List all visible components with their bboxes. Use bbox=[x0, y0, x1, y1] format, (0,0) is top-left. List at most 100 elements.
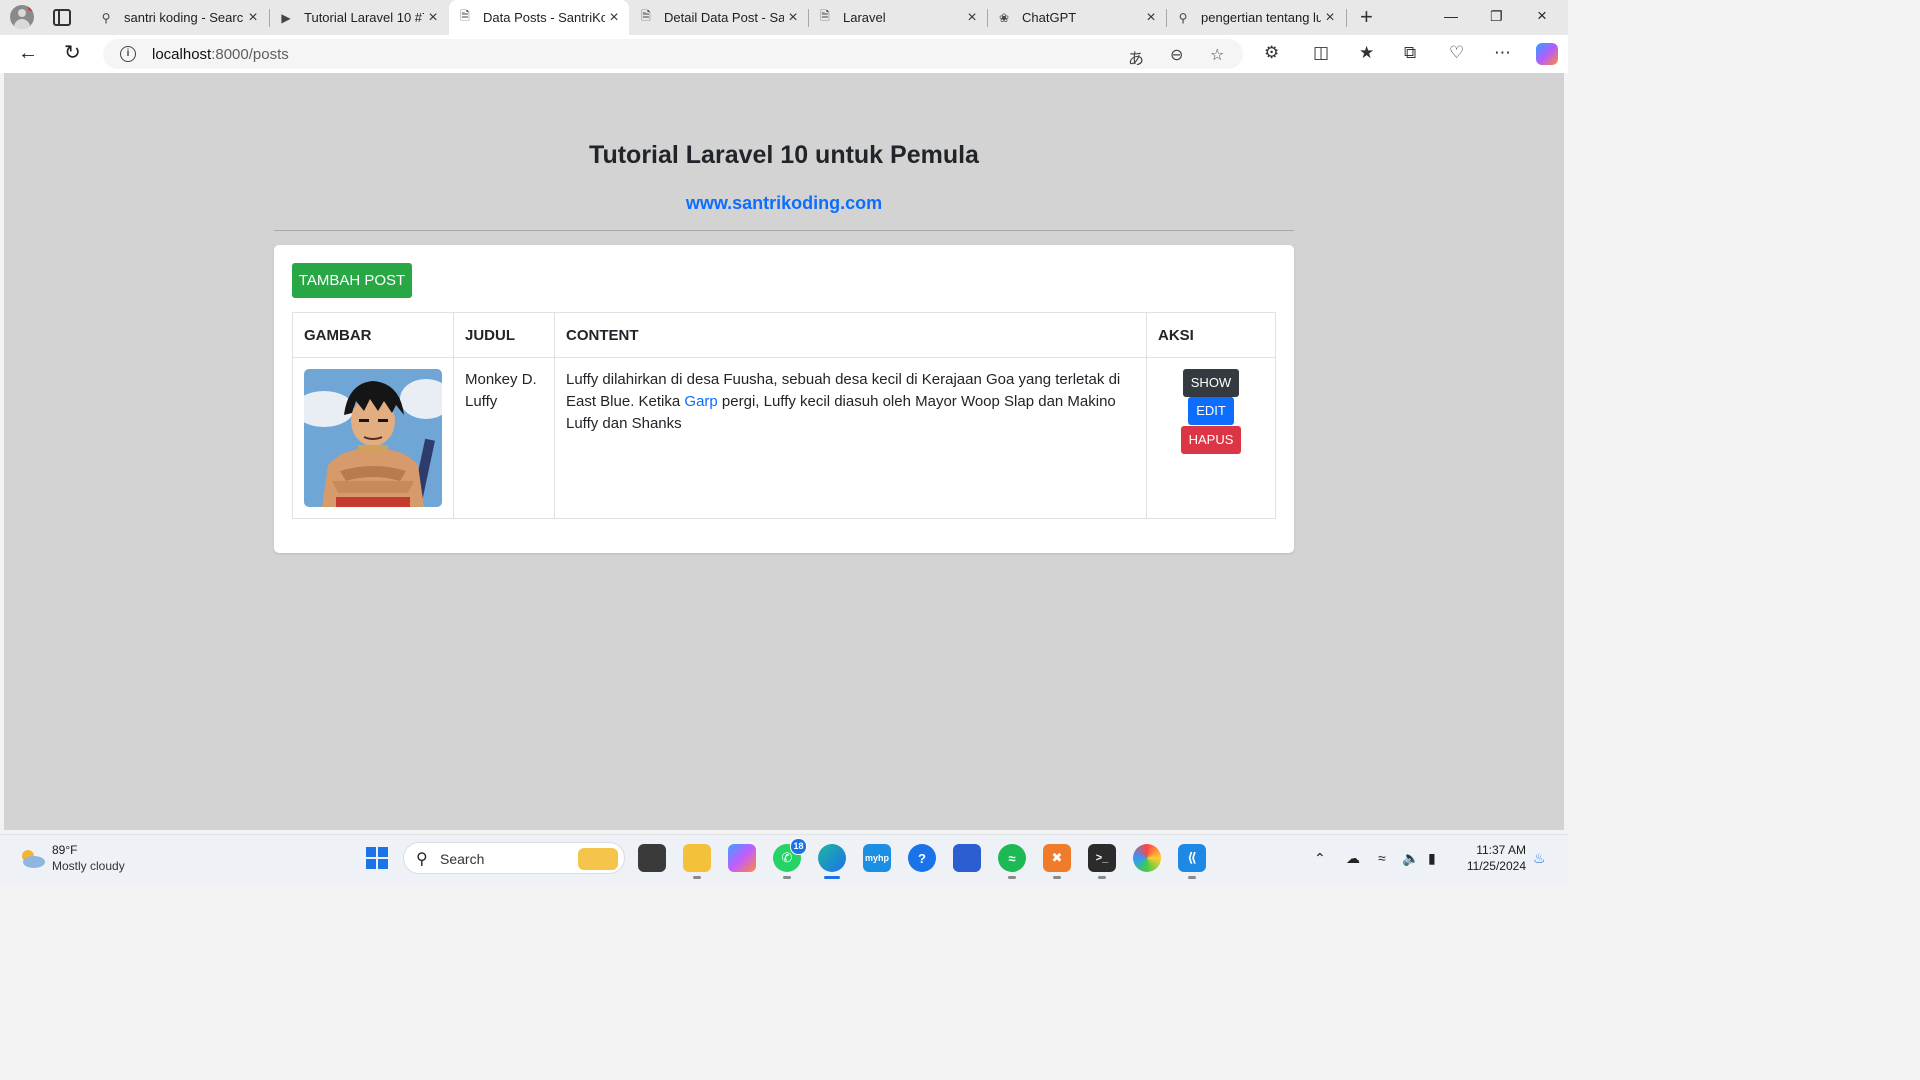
show-button[interactable]: SHOW bbox=[1182, 369, 1240, 397]
whatsapp-icon[interactable]: ✆ 18 bbox=[773, 838, 807, 879]
tab-search-santri-koding[interactable]: ⚲ santri koding - Search × bbox=[90, 0, 268, 35]
tab-title: Tutorial Laravel 10 #7 bbox=[304, 10, 424, 25]
restore-icon[interactable]: ❐ bbox=[1490, 8, 1503, 25]
site-info-icon[interactable]: i bbox=[120, 46, 136, 62]
table-header-row: GAMBAR JUDUL CONTENT AKSI bbox=[292, 312, 1276, 358]
task-view-icon[interactable] bbox=[638, 844, 666, 872]
notification-bell-icon[interactable]: ♨ bbox=[1533, 850, 1546, 867]
windows-taskbar: 89°F Mostly cloudy ⚲ Search ✆ 18 myhp ? ≈… bbox=[0, 834, 1568, 883]
collections-icon[interactable]: ⧉ bbox=[1404, 43, 1416, 63]
close-icon[interactable]: × bbox=[244, 9, 262, 27]
tab-title: Data Posts - SantriKoding bbox=[483, 10, 605, 25]
new-tab-icon[interactable]: + bbox=[1360, 6, 1373, 28]
table-row: Monkey D. Luffy Luffy dilahirkan di desa… bbox=[292, 357, 1276, 519]
add-post-button[interactable]: TAMBAH POST bbox=[292, 263, 412, 298]
url-text[interactable]: localhost:8000/posts bbox=[152, 46, 289, 63]
xampp-icon[interactable]: ✖ bbox=[1043, 844, 1071, 879]
tab-data-posts[interactable]: 🗎 Data Posts - SantriKoding × bbox=[449, 0, 629, 35]
url-host: localhost bbox=[152, 46, 212, 63]
taskbar-search-box[interactable]: ⚲ Search bbox=[403, 842, 625, 874]
myhp-icon[interactable]: myhp bbox=[863, 844, 891, 872]
close-icon[interactable]: × bbox=[1321, 9, 1339, 27]
close-icon[interactable]: × bbox=[605, 9, 623, 27]
header-content: CONTENT bbox=[554, 312, 1147, 358]
tab-pengertian-luffy[interactable]: ⚲ pengertian tentang luffy × bbox=[1167, 0, 1345, 35]
taskbar-search-placeholder: Search bbox=[440, 851, 485, 867]
onedrive-icon[interactable]: ☁ bbox=[1346, 850, 1360, 867]
weather-cloudy-icon[interactable] bbox=[18, 847, 46, 869]
profile-avatar-icon[interactable] bbox=[10, 5, 34, 29]
tab-tutorial-laravel[interactable]: ▶ Tutorial Laravel 10 #7 × bbox=[270, 0, 448, 35]
page-icon: 🗎 bbox=[641, 9, 651, 23]
extensions-icon[interactable]: ⚙ bbox=[1264, 43, 1279, 63]
back-icon[interactable]: ← bbox=[18, 43, 38, 63]
edge-browser-icon[interactable] bbox=[818, 844, 846, 879]
translate-icon[interactable]: あ bbox=[1128, 45, 1144, 69]
close-icon[interactable]: × bbox=[1142, 9, 1160, 27]
content-link-garp[interactable]: Garp bbox=[684, 393, 717, 410]
battery-icon[interactable]: ▮ bbox=[1428, 850, 1436, 867]
volume-icon[interactable]: 🔈 bbox=[1402, 850, 1419, 867]
tray-chevron-up-icon[interactable]: ⌃ bbox=[1314, 850, 1326, 867]
minimize-icon[interactable]: — bbox=[1444, 8, 1458, 24]
page-viewport: Tutorial Laravel 10 untuk Pemula www.san… bbox=[4, 73, 1564, 830]
chatgpt-icon: ❀ bbox=[998, 10, 1010, 25]
clock-time[interactable]: 11:37 AM bbox=[1462, 843, 1526, 857]
close-icon[interactable]: × bbox=[424, 9, 442, 27]
edit-button[interactable]: EDIT bbox=[1188, 397, 1234, 425]
page-icon: 🗎 bbox=[460, 9, 470, 23]
tab-title: pengertian tentang luffy bbox=[1201, 10, 1321, 25]
copilot-app-icon[interactable] bbox=[728, 844, 756, 872]
microsoft-store-icon[interactable] bbox=[953, 844, 981, 872]
header-judul: JUDUL bbox=[453, 312, 555, 358]
video-icon: ▶ bbox=[281, 10, 291, 25]
reload-icon[interactable]: ↻ bbox=[64, 43, 81, 63]
post-image bbox=[304, 369, 442, 507]
weather-description[interactable]: Mostly cloudy bbox=[52, 859, 125, 873]
tab-chatgpt[interactable]: ❀ ChatGPT × bbox=[988, 0, 1166, 35]
search-icon: ⚲ bbox=[1178, 10, 1188, 25]
posts-card: TAMBAH POST GAMBAR JUDUL CONTENT AKSI Mo… bbox=[274, 245, 1294, 553]
file-explorer-icon[interactable] bbox=[683, 844, 711, 879]
cell-gambar bbox=[292, 357, 454, 519]
browser-essentials-icon[interactable]: ♡ bbox=[1449, 43, 1464, 63]
close-icon[interactable]: × bbox=[963, 9, 981, 27]
address-bar[interactable]: i localhost:8000/posts あ ⊖ ☆ bbox=[103, 39, 1243, 69]
tab-title: Detail Data Post - SantriKoding bbox=[664, 10, 784, 25]
weather-temperature[interactable]: 89°F bbox=[52, 843, 77, 857]
favorite-star-icon[interactable]: ☆ bbox=[1210, 45, 1224, 65]
colorful-app-icon[interactable] bbox=[1133, 844, 1161, 872]
page-title: Tutorial Laravel 10 untuk Pemula bbox=[589, 141, 979, 169]
search-icon: ⚲ bbox=[101, 10, 111, 25]
spotify-icon[interactable]: ≈ bbox=[998, 844, 1026, 879]
whatsapp-badge: 18 bbox=[790, 838, 807, 855]
cell-content: Luffy dilahirkan di desa Fuusha, sebuah … bbox=[554, 357, 1147, 519]
close-window-icon[interactable]: × bbox=[1537, 6, 1547, 26]
header-gambar: GAMBAR bbox=[292, 312, 454, 358]
tab-title: Laravel bbox=[843, 10, 886, 25]
content-text-line2: Luffy dan Shanks bbox=[566, 415, 682, 432]
favorites-icon[interactable]: ★ bbox=[1359, 43, 1374, 63]
tab-detail-data-post[interactable]: 🗎 Detail Data Post - SantriKoding × bbox=[630, 0, 808, 35]
get-help-icon[interactable]: ? bbox=[908, 844, 936, 872]
vscode-icon[interactable]: ⟪ bbox=[1178, 844, 1206, 879]
close-icon[interactable]: × bbox=[784, 9, 802, 27]
more-menu-icon[interactable]: ⋯ bbox=[1494, 43, 1511, 63]
search-icon: ⚲ bbox=[416, 851, 428, 868]
split-screen-icon[interactable]: ◫ bbox=[1313, 43, 1329, 63]
cell-aksi: SHOWEDIT HAPUS bbox=[1146, 357, 1276, 519]
clock-date[interactable]: 11/25/2024 bbox=[1452, 859, 1526, 873]
copilot-icon[interactable] bbox=[1536, 43, 1558, 65]
site-link[interactable]: www.santrikoding.com bbox=[4, 193, 1564, 214]
delete-button[interactable]: HAPUS bbox=[1180, 426, 1242, 454]
zoom-out-icon[interactable]: ⊖ bbox=[1170, 45, 1183, 65]
workspaces-icon[interactable] bbox=[53, 9, 71, 26]
tab-laravel[interactable]: 🗎 Laravel × bbox=[809, 0, 987, 35]
wifi-icon[interactable]: ≈ bbox=[1378, 850, 1386, 866]
divider bbox=[274, 230, 1294, 231]
windows-start-icon[interactable] bbox=[366, 847, 388, 869]
browser-toolbar: ← ↻ i localhost:8000/posts あ ⊖ ☆ ⚙ ◫ ★ ⧉… bbox=[0, 35, 1568, 73]
terminal-icon[interactable]: >_ bbox=[1088, 844, 1116, 879]
posts-table: GAMBAR JUDUL CONTENT AKSI Monkey D. Luff… bbox=[292, 312, 1276, 519]
search-highlight-icon bbox=[578, 848, 618, 870]
